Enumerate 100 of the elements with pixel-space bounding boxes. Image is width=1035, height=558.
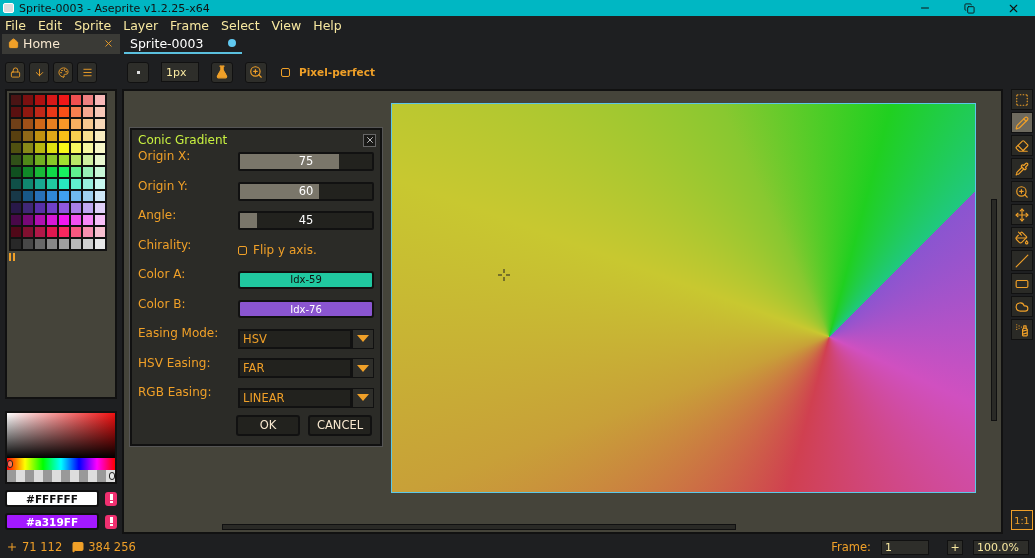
color-swatch[interactable] [22,118,34,130]
color-swatch[interactable] [82,106,94,118]
color-swatch[interactable] [34,202,46,214]
color-swatch[interactable] [70,238,82,250]
color-swatch[interactable] [94,190,106,202]
color-swatch[interactable] [10,154,22,166]
color-swatch[interactable] [34,118,46,130]
color-swatch[interactable] [10,118,22,130]
actual-size-button[interactable]: 1:1 [1011,510,1033,530]
close-icon[interactable] [103,37,114,49]
tool-button[interactable] [1011,273,1033,294]
warning-icon[interactable] [105,491,117,506]
color-button[interactable]: #a319FF [5,513,99,530]
color-swatch[interactable] [58,238,70,250]
color-swatch[interactable] [22,154,34,166]
cancel-button[interactable]: CANCEL [308,414,372,436]
color-swatch[interactable] [34,130,46,142]
color-swatch[interactable] [70,118,82,130]
alpha-slider[interactable] [7,470,115,482]
color-swatch[interactable] [70,94,82,106]
color-swatch[interactable] [22,202,34,214]
zoom-button[interactable] [245,61,267,83]
color-swatch[interactable] [94,94,106,106]
color-swatch[interactable] [34,166,46,178]
color-swatch[interactable] [10,214,22,226]
checkbox[interactable] [238,245,247,255]
frame-field[interactable]: 1 [881,539,929,555]
value-slider[interactable]: 45 [238,211,374,231]
color-swatch[interactable] [70,226,82,238]
color-swatch[interactable] [34,214,46,226]
tool-button[interactable] [1011,181,1033,202]
color-swatch[interactable] [94,166,106,178]
ok-button[interactable]: OK [236,414,300,436]
color-swatch[interactable] [10,106,22,118]
color-swatch[interactable] [46,214,58,226]
color-swatch[interactable] [82,94,94,106]
value-slider[interactable]: 75 [238,152,374,172]
color-picker-field[interactable] [7,413,115,458]
dropdown-field[interactable]: FAR [238,358,352,379]
color-swatch[interactable] [22,226,34,238]
warning-icon[interactable] [105,514,117,529]
color-swatch[interactable] [58,178,70,190]
menu-item[interactable]: View [271,17,302,33]
zoom-field[interactable]: 100.0% [973,539,1029,555]
color-swatch[interactable] [94,178,106,190]
color-swatch[interactable] [10,94,22,106]
color-swatch[interactable] [22,166,34,178]
color-swatch[interactable] [94,142,106,154]
ink-button[interactable] [211,61,233,83]
color-swatch[interactable] [46,118,58,130]
menu-item[interactable]: Edit [37,17,63,33]
color-swatch[interactable] [70,106,82,118]
color-swatch[interactable] [10,190,22,202]
color-swatch[interactable] [22,94,34,106]
menu-item[interactable]: Frame [170,17,210,33]
dropdown-field[interactable]: HSV [238,328,352,349]
color-swatch[interactable] [46,238,58,250]
color-swatch[interactable] [58,154,70,166]
color-swatch[interactable] [58,190,70,202]
tool-button[interactable] [1011,112,1033,133]
dropdown-field[interactable]: LINEAR [238,387,352,408]
color-swatch[interactable] [70,154,82,166]
menu-item[interactable]: Sprite [74,17,112,33]
checkbox[interactable] [281,67,290,77]
color-swatch[interactable] [94,238,106,250]
menu-item[interactable]: File [5,17,26,33]
color-swatch[interactable] [34,142,46,154]
color-swatch[interactable] [70,130,82,142]
color-swatch[interactable] [70,142,82,154]
color-swatch[interactable] [58,226,70,238]
color-swatch[interactable] [58,202,70,214]
color-swatch[interactable] [94,154,106,166]
tool-button[interactable] [1011,296,1033,317]
color-button[interactable]: Idx-59 [238,270,374,289]
color-swatch[interactable] [94,202,106,214]
color-swatch[interactable] [70,190,82,202]
color-swatch[interactable] [22,238,34,250]
color-swatch[interactable] [46,154,58,166]
color-button[interactable]: #FFFFFF [5,490,99,507]
color-swatch[interactable] [34,226,46,238]
menu-item[interactable]: Help [313,17,342,33]
tool-button[interactable] [1011,319,1033,340]
color-swatch[interactable] [34,154,46,166]
color-swatch[interactable] [46,226,58,238]
color-swatch[interactable] [82,118,94,130]
color-swatch[interactable] [94,214,106,226]
tool-button[interactable] [1011,135,1033,156]
color-swatch[interactable] [46,190,58,202]
color-swatch[interactable] [58,166,70,178]
color-swatch[interactable] [58,214,70,226]
color-swatch[interactable] [94,130,106,142]
color-swatch[interactable] [70,214,82,226]
color-swatch[interactable] [82,202,94,214]
color-swatch[interactable] [82,130,94,142]
tool-button[interactable] [1011,227,1033,248]
color-swatch[interactable] [10,130,22,142]
menu-item[interactable]: Layer [123,17,159,33]
color-swatch[interactable] [82,238,94,250]
color-swatch[interactable] [22,178,34,190]
arrow-down-button[interactable] [29,61,49,83]
